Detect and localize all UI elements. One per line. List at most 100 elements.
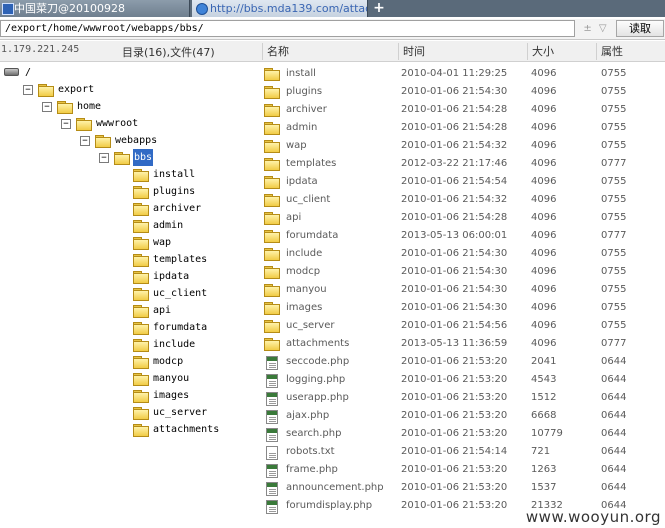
file-perm: 0644: [601, 482, 627, 493]
file-row[interactable]: announcement.php 2010-01-06 21:53:20 1537 0…: [262, 479, 665, 497]
file-row[interactable]: wap 2010-01-06 21:54:32 4096 0755: [262, 137, 665, 155]
tree-item[interactable]: attachments: [0, 421, 262, 438]
file-size: 4096: [531, 122, 557, 133]
tab-url[interactable]: http://bbs.mda139.com/attac...: [192, 0, 368, 17]
drive-icon: [4, 68, 19, 76]
folder-icon: [133, 373, 149, 386]
file-row[interactable]: api 2010-01-06 21:54:28 4096 0755: [262, 209, 665, 227]
file-time: 2010-01-06 21:54:54: [401, 176, 508, 187]
tree-item-label: archiver: [153, 203, 202, 214]
column-header-name[interactable]: 名称: [262, 43, 398, 60]
tree-item[interactable]: forumdata: [0, 319, 262, 336]
tree-item-label: plugins: [153, 186, 196, 197]
file-row[interactable]: install 2010-04-01 11:29:25 4096 0755: [262, 65, 665, 83]
read-button[interactable]: 读取: [616, 20, 664, 37]
folder-icon: [133, 254, 149, 267]
file-time: 2010-01-06 21:54:28: [401, 122, 508, 133]
tree-item[interactable]: wap: [0, 234, 262, 251]
folder-icon: [264, 158, 280, 171]
file-size: 4096: [531, 194, 557, 205]
file-row[interactable]: include 2010-01-06 21:54:30 4096 0755: [262, 245, 665, 263]
tree-item[interactable]: /: [0, 64, 262, 81]
file-name: admin: [286, 122, 318, 133]
tree-item[interactable]: modcp: [0, 353, 262, 370]
folder-icon: [264, 104, 280, 117]
directory-tree[interactable]: / − export − home − wwwroot − webapps − bbs install…: [0, 62, 262, 528]
tree-item[interactable]: − wwwroot: [0, 115, 262, 132]
collapse-toggle-icon[interactable]: −: [80, 136, 90, 146]
folder-icon: [133, 390, 149, 403]
file-row[interactable]: search.php 2010-01-06 21:53:20 10779 0644: [262, 425, 665, 443]
file-perm: 0755: [601, 212, 627, 223]
path-nav-icons[interactable]: ± ▽: [578, 20, 614, 37]
file-row[interactable]: logging.php 2010-01-06 21:53:20 4543 0644: [262, 371, 665, 389]
php-file-icon: [264, 464, 280, 478]
file-row[interactable]: frame.php 2010-01-06 21:53:20 1263 0644: [262, 461, 665, 479]
file-time: 2010-01-06 21:54:28: [401, 104, 508, 115]
file-perm: 0644: [601, 374, 627, 385]
file-row[interactable]: robots.txt 2010-01-06 21:54:14 721 0644: [262, 443, 665, 461]
tree-item[interactable]: uc_server: [0, 404, 262, 421]
file-row[interactable]: plugins 2010-01-06 21:54:30 4096 0755: [262, 83, 665, 101]
tree-item[interactable]: admin: [0, 217, 262, 234]
php-file-icon: [264, 500, 280, 514]
file-perm: 0755: [601, 302, 627, 313]
collapse-toggle-icon[interactable]: −: [23, 85, 33, 95]
file-row[interactable]: archiver 2010-01-06 21:54:28 4096 0755: [262, 101, 665, 119]
tree-item[interactable]: − webapps: [0, 132, 262, 149]
column-header-size[interactable]: 大小: [527, 43, 596, 60]
file-row[interactable]: modcp 2010-01-06 21:54:30 4096 0755: [262, 263, 665, 281]
collapse-toggle-icon[interactable]: −: [99, 153, 109, 163]
file-name: manyou: [286, 284, 327, 295]
tree-item[interactable]: − bbs: [0, 149, 262, 166]
tree-item[interactable]: − export: [0, 81, 262, 98]
file-size: 4096: [531, 320, 557, 331]
tree-item[interactable]: manyou: [0, 370, 262, 387]
app-window-icon: [2, 3, 14, 15]
tree-item[interactable]: templates: [0, 251, 262, 268]
file-name: userapp.php: [286, 392, 349, 403]
file-row[interactable]: templates 2012-03-22 21:17:46 4096 0777: [262, 155, 665, 173]
collapse-toggle-icon[interactable]: −: [42, 102, 52, 112]
file-size: 1512: [531, 392, 557, 403]
tree-item-label: export: [58, 84, 95, 95]
folder-icon: [133, 169, 149, 182]
column-header-perm[interactable]: 属性: [596, 43, 665, 60]
file-time: 2010-01-06 21:53:20: [401, 482, 508, 493]
tree-item[interactable]: − home: [0, 98, 262, 115]
path-input[interactable]: /export/home/wwwroot/webapps/bbs/: [0, 20, 575, 37]
folder-icon: [264, 248, 280, 261]
file-name: install: [286, 68, 316, 79]
file-perm: 0755: [601, 248, 627, 259]
file-row[interactable]: ajax.php 2010-01-06 21:53:20 6668 0644: [262, 407, 665, 425]
file-row[interactable]: userapp.php 2010-01-06 21:53:20 1512 0644: [262, 389, 665, 407]
file-list[interactable]: install 2010-04-01 11:29:25 4096 0755 plugin…: [262, 62, 665, 528]
tree-item[interactable]: images: [0, 387, 262, 404]
tree-item[interactable]: archiver: [0, 200, 262, 217]
tab-caidao[interactable]: 中国菜刀@20100928: [0, 0, 190, 17]
tree-item[interactable]: plugins: [0, 183, 262, 200]
folder-icon: [133, 288, 149, 301]
file-perm: 0777: [601, 230, 627, 241]
tree-item[interactable]: api: [0, 302, 262, 319]
file-row[interactable]: manyou 2010-01-06 21:54:30 4096 0755: [262, 281, 665, 299]
file-row[interactable]: images 2010-01-06 21:54:30 4096 0755: [262, 299, 665, 317]
folder-icon: [133, 356, 149, 369]
file-row[interactable]: seccode.php 2010-01-06 21:53:20 2041 0644: [262, 353, 665, 371]
tree-item[interactable]: uc_client: [0, 285, 262, 302]
file-row[interactable]: attachments 2013-05-13 11:36:59 4096 0777: [262, 335, 665, 353]
file-row[interactable]: ipdata 2010-01-06 21:54:54 4096 0755: [262, 173, 665, 191]
file-size: 4096: [531, 338, 557, 349]
file-row[interactable]: admin 2010-01-06 21:54:28 4096 0755: [262, 119, 665, 137]
tree-item-label: wap: [153, 237, 172, 248]
collapse-toggle-icon[interactable]: −: [61, 119, 71, 129]
file-row[interactable]: forumdata 2013-05-13 06:00:01 4096 0777: [262, 227, 665, 245]
new-tab-button[interactable]: +: [371, 0, 387, 17]
file-row[interactable]: uc_server 2010-01-06 21:54:56 4096 0755: [262, 317, 665, 335]
tree-item[interactable]: include: [0, 336, 262, 353]
tree-item[interactable]: ipdata: [0, 268, 262, 285]
tree-item[interactable]: install: [0, 166, 262, 183]
file-row[interactable]: uc_client 2010-01-06 21:54:32 4096 0755: [262, 191, 665, 209]
file-time: 2010-01-06 21:53:20: [401, 392, 508, 403]
column-header-time[interactable]: 时间: [398, 43, 527, 60]
